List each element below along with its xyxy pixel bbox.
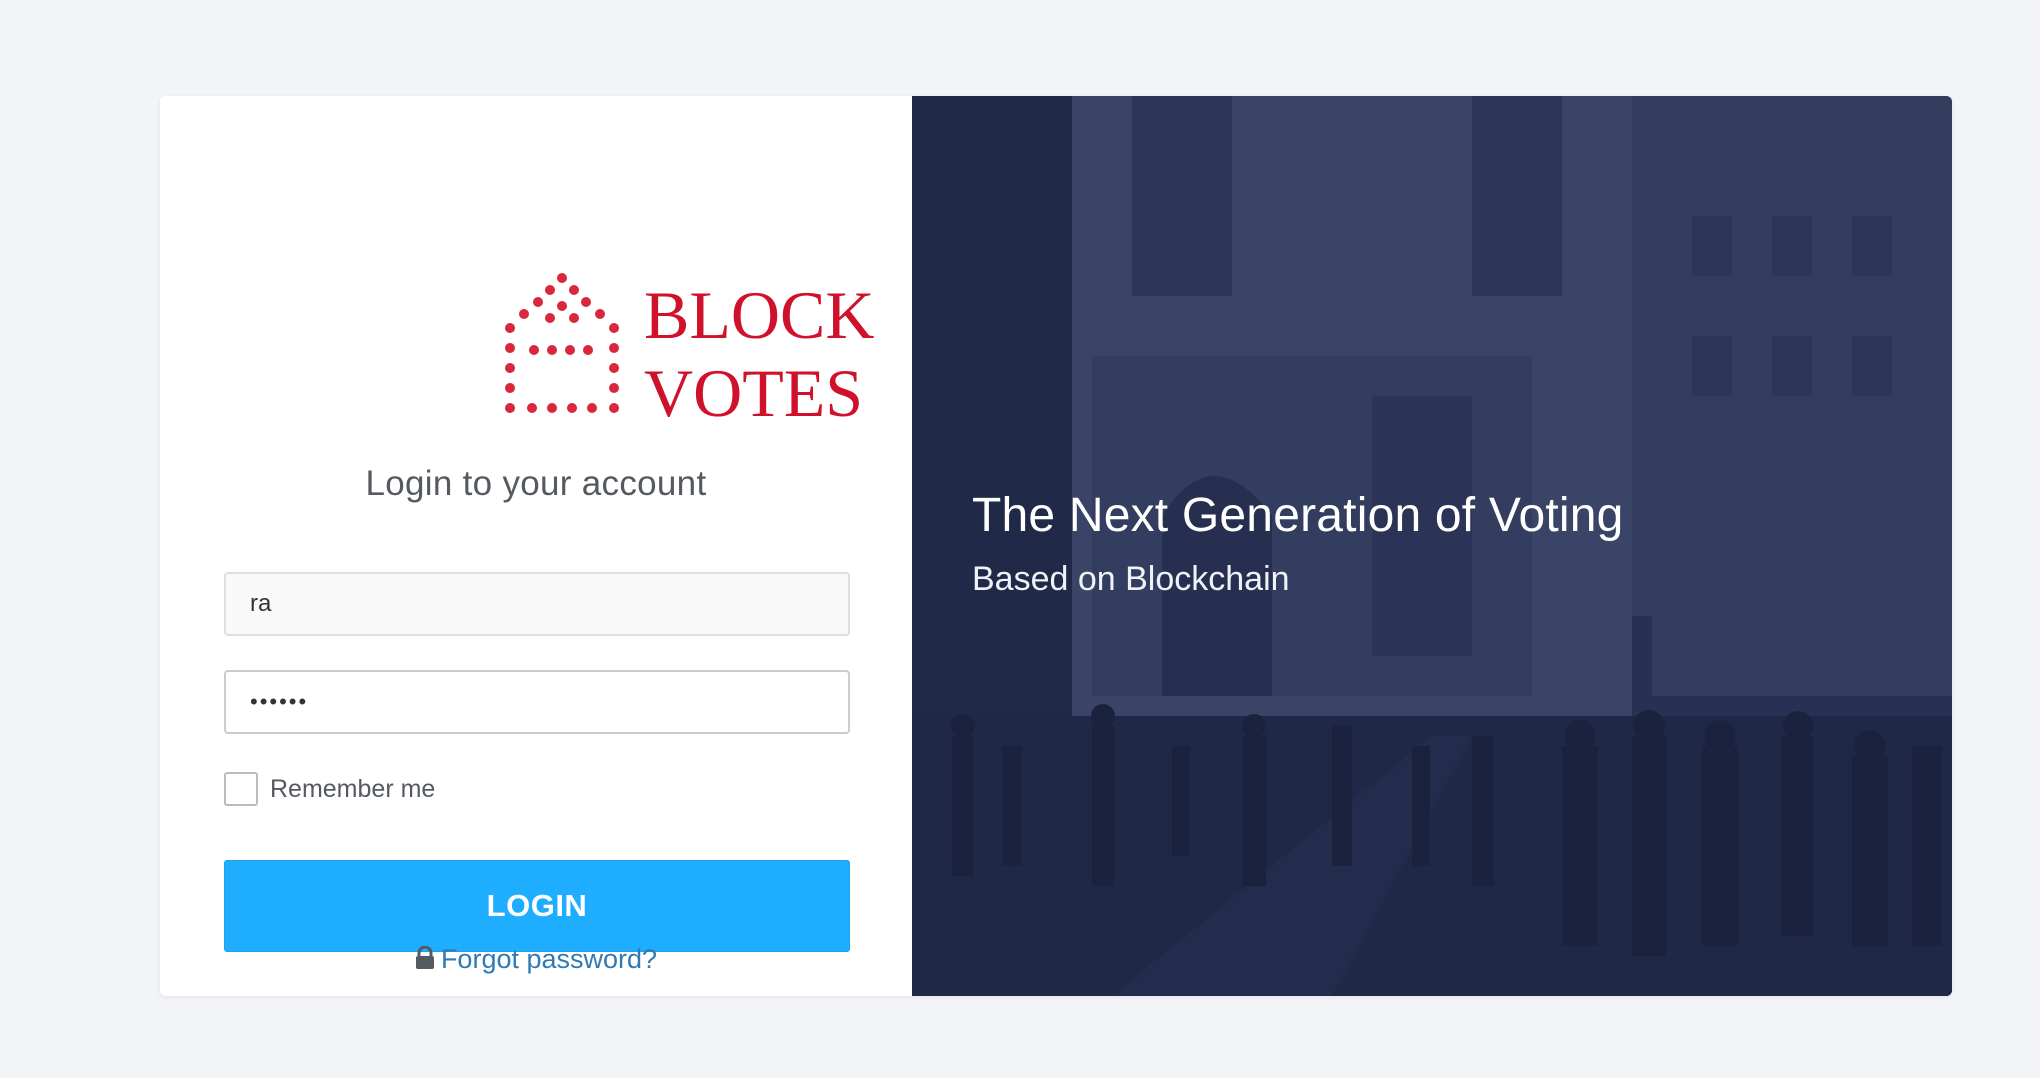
username-input[interactable] — [224, 572, 850, 636]
hero-subtitle: Based on Blockchain — [972, 560, 1290, 598]
ballot-box-dots-icon — [505, 273, 619, 413]
block-votes-logo: BLOCK VOTES — [505, 273, 874, 431]
forgot-password-row: Forgot password? — [160, 944, 912, 977]
hero-panel: The Next Generation of Voting Based on B… — [912, 96, 1952, 996]
login-card: BLOCK VOTES Login to your account Rememb… — [160, 96, 1952, 996]
password-input[interactable] — [224, 670, 850, 734]
brand-name-line2: VOTES — [644, 355, 863, 431]
remember-me-checkbox[interactable] — [224, 772, 258, 806]
remember-me-row[interactable]: Remember me — [224, 772, 435, 806]
lock-icon — [415, 945, 435, 977]
login-panel: BLOCK VOTES Login to your account Rememb… — [160, 96, 912, 996]
forgot-password-link[interactable]: Forgot password? — [441, 944, 657, 974]
login-button[interactable]: LOGIN — [224, 860, 850, 952]
hero-title: The Next Generation of Voting — [972, 489, 1624, 542]
login-title: Login to your account — [365, 464, 707, 503]
remember-me-label: Remember me — [270, 774, 436, 803]
hero-overlay — [912, 96, 1952, 996]
brand-name-line1: BLOCK — [644, 277, 874, 353]
